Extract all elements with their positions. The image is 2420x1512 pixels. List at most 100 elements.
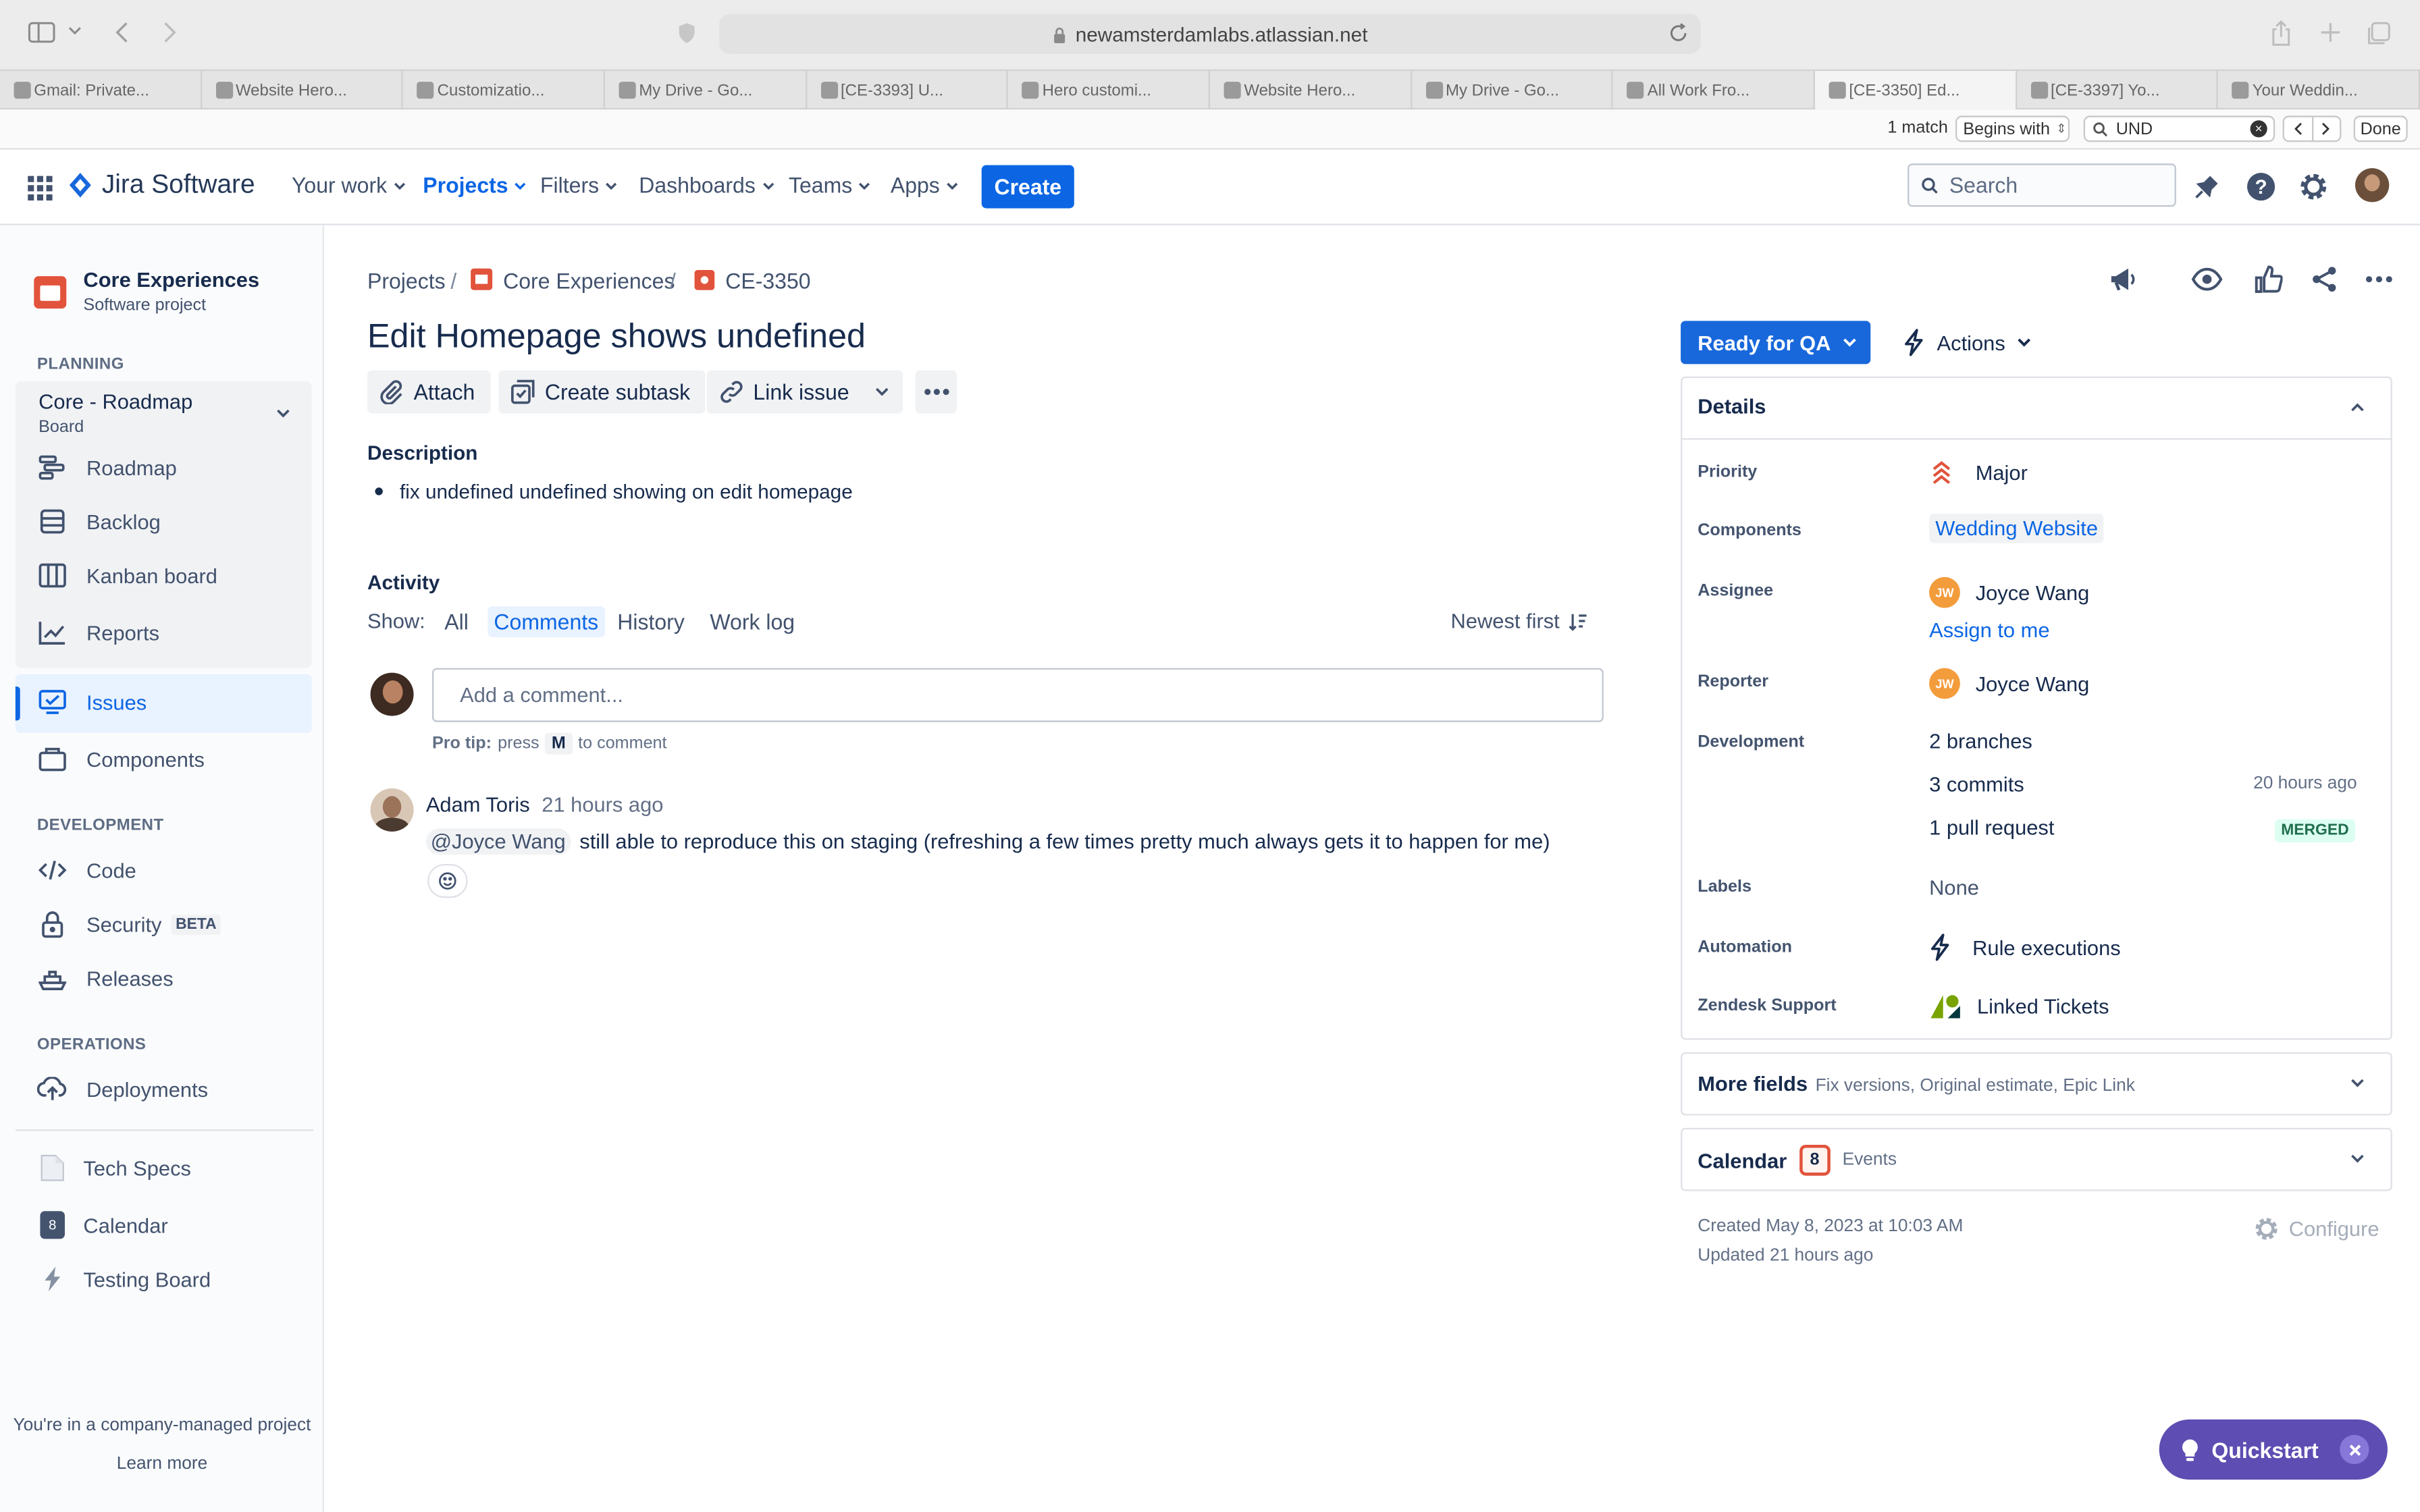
sidebar-item-kanban-board[interactable]: Kanban board xyxy=(37,560,217,591)
find-previous-icon[interactable] xyxy=(2284,117,2313,140)
address-bar[interactable]: newamsterdamlabs.atlassian.net xyxy=(719,14,1701,54)
browser-tab[interactable]: Website Hero... xyxy=(202,71,404,110)
forward-icon[interactable] xyxy=(162,22,176,43)
browser-tab[interactable]: All Work Fro... xyxy=(1613,71,1816,110)
chevron-up-icon[interactable] xyxy=(2350,403,2365,412)
find-mode-select[interactable]: Begins with ⇕ xyxy=(1955,115,2070,142)
browser-tab[interactable]: Hero customi... xyxy=(1008,71,1211,110)
browser-tab[interactable]: Customizatio... xyxy=(403,71,606,110)
nav-apps[interactable]: Apps xyxy=(891,173,958,198)
learn-more-link[interactable]: Learn more xyxy=(0,1455,324,1473)
sidebar-item-roadmap[interactable]: Roadmap xyxy=(37,452,177,483)
browser-tab[interactable]: My Drive - Go... xyxy=(605,71,807,110)
sidebar-item-releases[interactable]: Releases xyxy=(37,963,174,994)
sidebar-item-security[interactable]: Security BETA xyxy=(37,909,221,940)
breadcrumb-projects[interactable]: Projects xyxy=(367,269,446,294)
chevron-down-icon[interactable] xyxy=(2350,1154,2365,1164)
settings-gear-icon[interactable] xyxy=(2298,171,2329,202)
nav-your-work[interactable]: Your work xyxy=(292,173,406,198)
activity-tab-work-log[interactable]: Work log xyxy=(704,606,801,637)
sidebar-item-components[interactable]: Components xyxy=(37,744,205,775)
back-icon[interactable] xyxy=(115,22,130,43)
more-horizontal-icon[interactable] xyxy=(2365,276,2392,283)
more-actions-button[interactable] xyxy=(915,370,957,414)
find-next-icon[interactable] xyxy=(2313,117,2340,140)
jira-logo[interactable]: Jira Software xyxy=(68,169,255,200)
sidebar-shortcut-tech-specs[interactable]: Tech Specs xyxy=(37,1152,191,1183)
breadcrumb-project[interactable]: Core Experiences xyxy=(503,269,675,294)
mention-chip[interactable]: @Joyce Wang xyxy=(425,828,571,855)
assignee-field[interactable]: JW Joyce Wang xyxy=(1929,576,2089,608)
watch-eye-icon[interactable] xyxy=(2191,267,2223,292)
sidebar-item-reports[interactable]: Reports xyxy=(37,617,159,648)
configure-button[interactable]: Configure xyxy=(2253,1216,2379,1242)
sort-order-button[interactable]: Newest first xyxy=(1451,610,1586,632)
help-icon[interactable]: ? xyxy=(2246,171,2277,202)
priority-field[interactable]: Major xyxy=(1929,460,2028,485)
attach-button[interactable]: Attach xyxy=(367,370,491,414)
chevron-down-icon[interactable] xyxy=(276,409,290,418)
feedback-megaphone-icon[interactable] xyxy=(2108,265,2139,293)
create-subtask-button[interactable]: Create subtask xyxy=(498,370,706,414)
reporter-field[interactable]: JW Joyce Wang xyxy=(1929,668,2089,699)
new-tab-icon[interactable] xyxy=(2319,22,2341,43)
find-done-button[interactable]: Done xyxy=(2353,115,2408,142)
nav-filters[interactable]: Filters xyxy=(540,173,618,198)
branches-link[interactable]: 2 branches xyxy=(1929,730,2032,753)
labels-value[interactable]: None xyxy=(1929,876,1979,899)
browser-tab[interactable]: [CE-3350] Ed... xyxy=(1815,71,2017,110)
link-issue-button[interactable]: Link issue xyxy=(706,370,865,414)
issue-title[interactable]: Edit Homepage shows undefined xyxy=(367,317,866,356)
sidebar-shortcut-calendar[interactable]: 8 Calendar xyxy=(37,1210,168,1241)
commits-link[interactable]: 3 commits xyxy=(1929,773,2024,796)
activity-tab-history[interactable]: History xyxy=(611,606,691,637)
actions-button[interactable]: Actions xyxy=(1903,329,2031,356)
sidebar-item-deployments[interactable]: Deployments xyxy=(36,1074,208,1105)
comment-time[interactable]: 21 hours ago xyxy=(542,793,663,816)
browser-tab[interactable]: [CE-3393] U... xyxy=(807,71,1009,110)
clear-icon[interactable]: × xyxy=(2250,120,2267,138)
share-sheet-icon[interactable] xyxy=(2270,20,2292,47)
comment-author-avatar[interactable] xyxy=(370,788,414,832)
privacy-shield-icon[interactable] xyxy=(677,22,695,45)
nav-projects[interactable]: Projects xyxy=(423,173,527,198)
link-dropdown-button[interactable] xyxy=(860,370,903,414)
sidebar-item-backlog[interactable]: Backlog xyxy=(37,506,161,537)
app-switcher-icon[interactable] xyxy=(28,176,53,201)
user-avatar[interactable] xyxy=(2355,168,2390,202)
details-header[interactable] xyxy=(1681,377,2392,440)
share-icon[interactable] xyxy=(2311,265,2338,293)
description-list-item[interactable]: fix undefined undefined showing on edit … xyxy=(375,480,853,503)
component-chip[interactable]: Wedding Website xyxy=(1929,514,2105,543)
nav-dashboards[interactable]: Dashboards xyxy=(639,173,774,198)
browser-tab[interactable]: Your Weddin... xyxy=(2218,71,2420,110)
browser-tab[interactable]: Website Hero... xyxy=(1210,71,1412,110)
browser-tab[interactable]: My Drive - Go... xyxy=(1412,71,1614,110)
notifications-icon[interactable] xyxy=(2193,173,2221,200)
pull-request-link[interactable]: 1 pull request xyxy=(1929,816,2054,839)
comment-input[interactable]: Add a comment... xyxy=(431,668,1604,722)
reload-icon[interactable] xyxy=(1668,23,1689,43)
zendesk-field[interactable]: Linked Tickets xyxy=(1929,994,2109,1020)
chevron-down-icon[interactable] xyxy=(68,26,82,36)
status-transition-button[interactable]: Ready for QA xyxy=(1681,321,1871,364)
breadcrumb-issue-key[interactable]: CE-3350 xyxy=(725,269,810,294)
quickstart-button[interactable]: Quickstart xyxy=(2159,1419,2388,1480)
chevron-down-icon[interactable] xyxy=(2350,1079,2365,1088)
nav-teams[interactable]: Teams xyxy=(789,173,871,198)
assign-to-me-link[interactable]: Assign to me xyxy=(1929,619,2049,642)
create-button[interactable]: Create xyxy=(981,165,1074,209)
comment-author[interactable]: Adam Toris xyxy=(426,793,530,816)
board-name[interactable]: Core - Roadmap xyxy=(38,390,192,413)
find-input[interactable]: UND × xyxy=(2083,115,2276,142)
project-name[interactable]: Core Experiences xyxy=(83,269,259,292)
sidebar-shortcut-testing-board[interactable]: Testing Board xyxy=(37,1264,211,1295)
sidebar-item-code[interactable]: Code xyxy=(37,855,136,886)
add-reaction-button[interactable] xyxy=(427,863,468,898)
browser-tab[interactable]: [CE-3397] Yo... xyxy=(2017,71,2219,110)
search-input[interactable]: Search xyxy=(1908,163,2176,207)
tab-overview-icon[interactable] xyxy=(2366,22,2391,47)
activity-tab-comments[interactable]: Comments xyxy=(488,606,605,637)
sidebar-item-issues-row[interactable]: Issues xyxy=(37,686,147,718)
sidebar-toggle-icon[interactable] xyxy=(28,22,55,43)
